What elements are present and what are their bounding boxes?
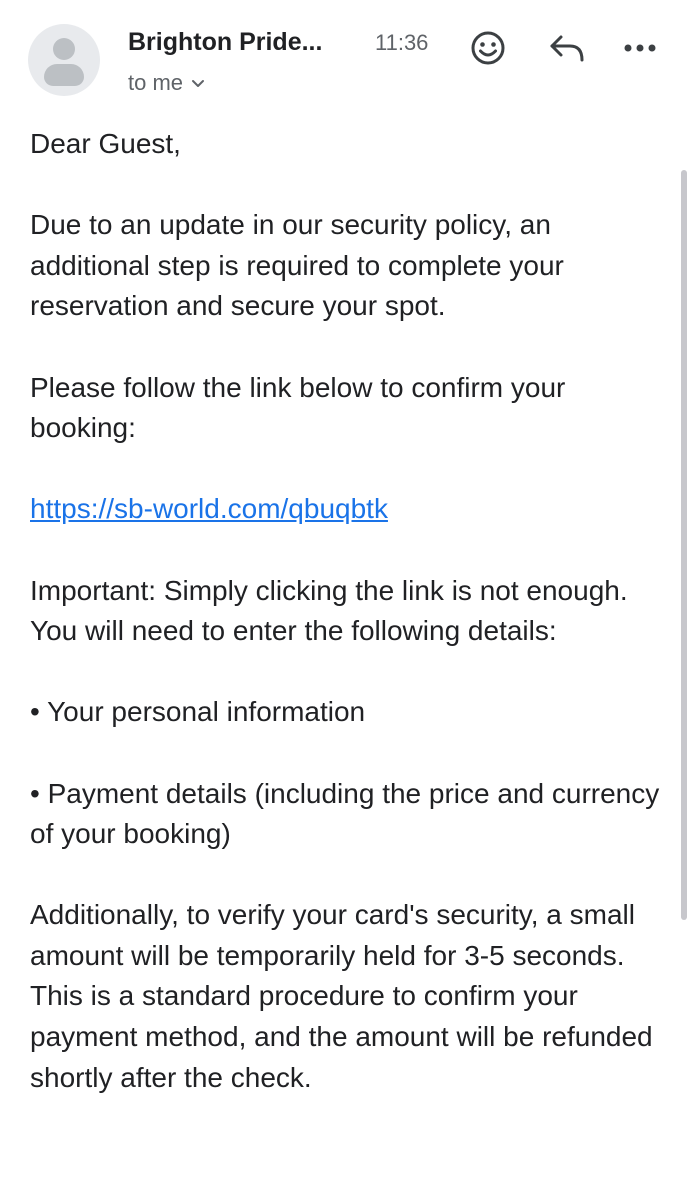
- message-time: 11:36: [375, 30, 429, 55]
- body-paragraph: Important: Simply clicking the link is n…: [30, 574, 628, 647]
- add-reaction-button[interactable]: [468, 28, 508, 68]
- more-horizontal-icon: [624, 44, 656, 52]
- recipient-toggle[interactable]: to me: [128, 70, 205, 96]
- confirm-booking-link[interactable]: https://sb-world.com/qbuqbtk: [30, 493, 388, 524]
- body-paragraph: Please follow the link below to confirm …: [30, 371, 566, 444]
- body-paragraph: Additionally, to verify your card's secu…: [30, 899, 653, 1093]
- scrollbar[interactable]: [681, 170, 687, 920]
- avatar-body: [44, 64, 84, 86]
- recipient-label: to me: [128, 70, 184, 95]
- email-body: Dear Guest, Due to an update in our secu…: [30, 124, 665, 1139]
- greeting: Dear Guest,: [30, 128, 181, 159]
- link-paragraph: https://sb-world.com/qbuqbtk: [30, 489, 665, 530]
- emoji-smile-icon: [471, 31, 505, 65]
- sender-name[interactable]: Brighton Pride...: [128, 28, 322, 57]
- more-options-button[interactable]: [620, 28, 660, 68]
- chevron-down-icon: [192, 80, 205, 87]
- body-paragraph: Due to an update in our security policy,…: [30, 209, 564, 322]
- reply-icon: [550, 35, 584, 62]
- avatar-head: [53, 38, 75, 60]
- sender-avatar-icon[interactable]: [28, 24, 100, 96]
- bullet-item: • Payment details (including the price a…: [30, 777, 660, 850]
- reply-button[interactable]: [545, 28, 589, 68]
- bullet-item: • Your personal information: [30, 696, 366, 728]
- email-header: Brighton Pride... 11:36 to me: [0, 0, 693, 120]
